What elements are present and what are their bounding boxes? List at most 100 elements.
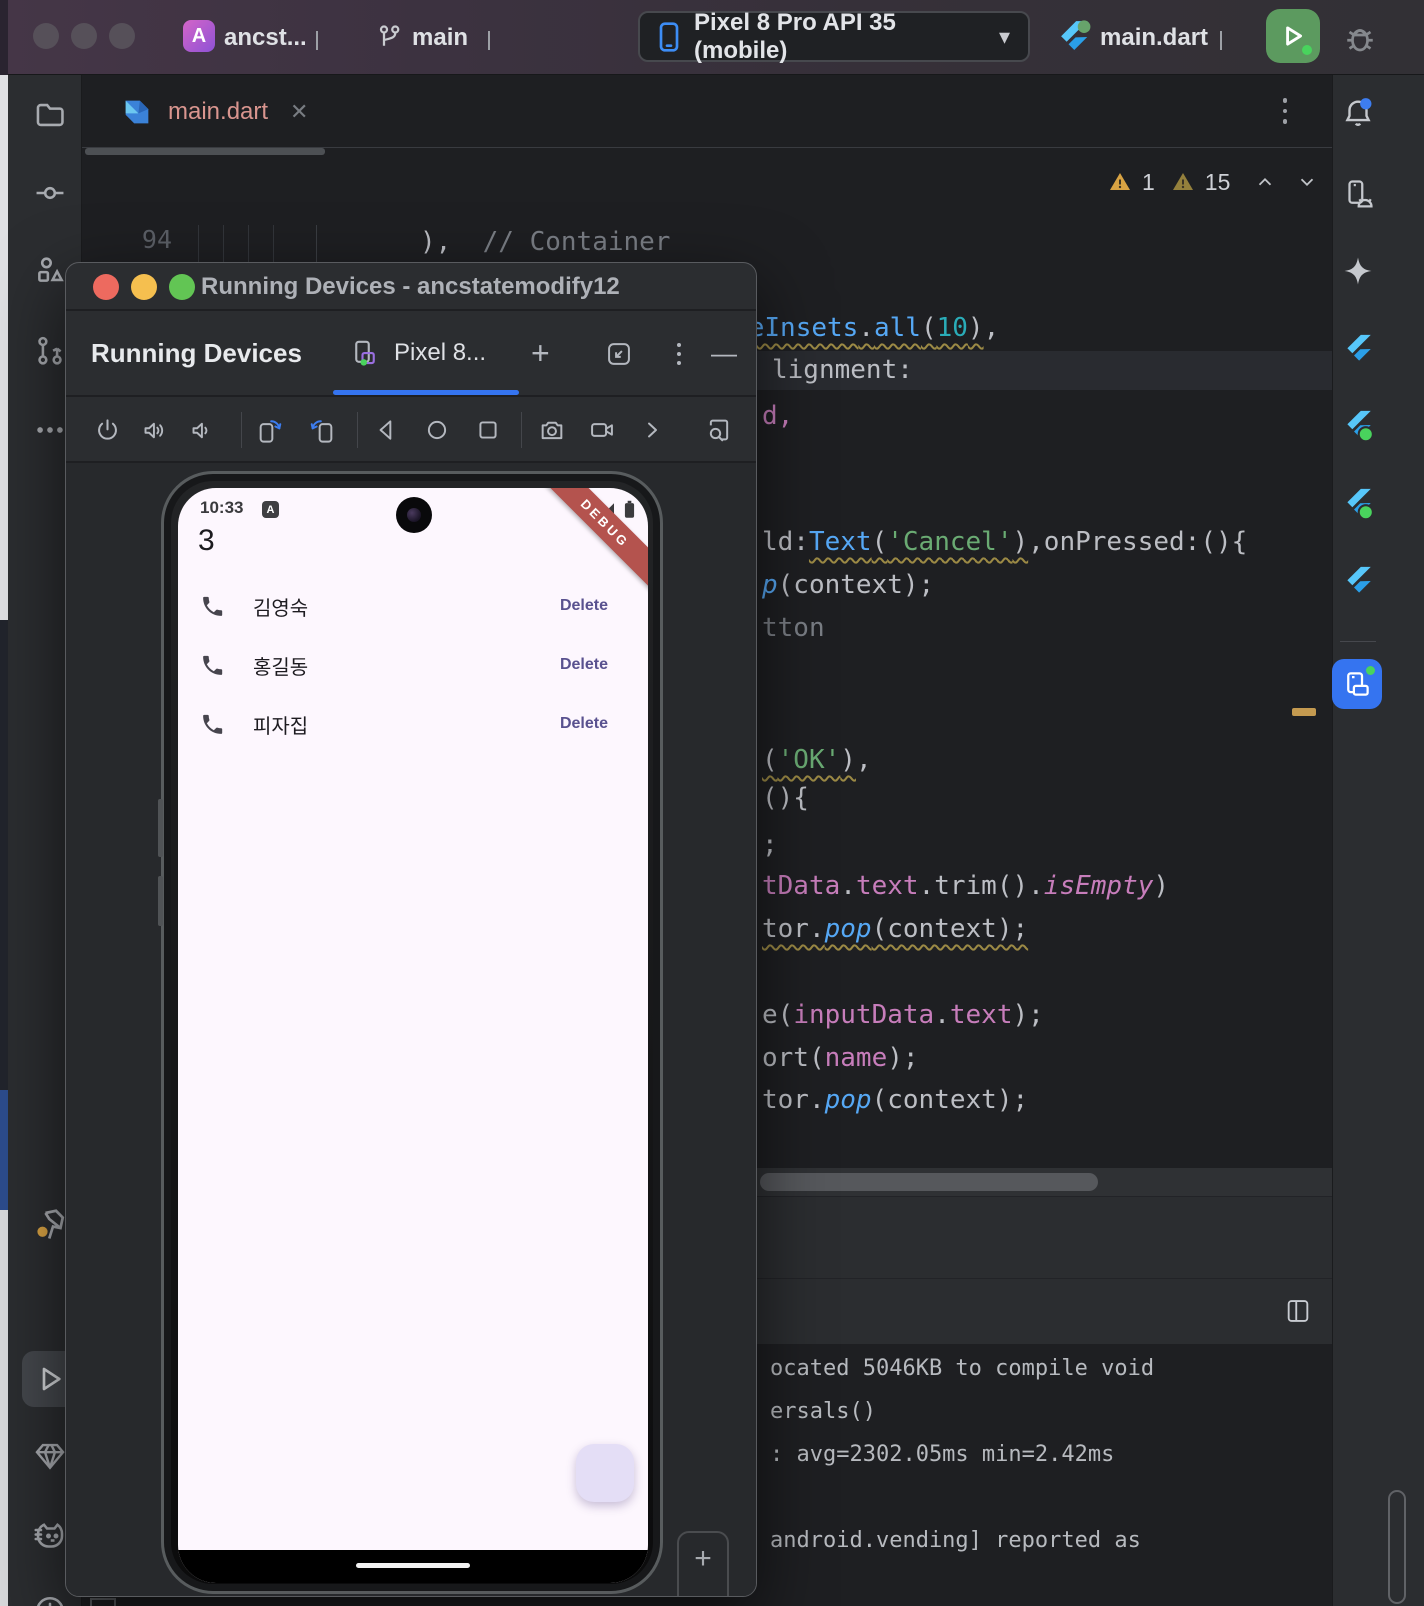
problems-tool-icon[interactable]	[30, 1591, 70, 1606]
device-tab-pixel8[interactable]: Pixel 8...	[350, 311, 486, 395]
project-selector[interactable]: ancst...	[224, 0, 307, 75]
window-title: Running Devices - ancstatemodify12	[201, 273, 620, 300]
device-selector[interactable]: Pixel 8 Pro API 35 (mobile) ▾	[638, 9, 1030, 64]
project-tool-icon[interactable]	[30, 95, 70, 135]
window-titlebar[interactable]: Running Devices - ancstatemodify12	[66, 263, 756, 311]
delete-button[interactable]: Delete	[560, 715, 608, 733]
debug-button[interactable]	[1342, 20, 1378, 56]
prev-issue-icon[interactable]	[1254, 171, 1276, 193]
console-line: : avg=2302.05ms min=2.42ms	[770, 1442, 1115, 1467]
structure-tool-icon[interactable]	[30, 250, 70, 290]
volume-up-icon[interactable]	[139, 415, 169, 445]
tab-options-kebab-icon[interactable]	[1267, 93, 1303, 129]
console-line: ocated 5046KB to compile void	[770, 1356, 1155, 1381]
screenshot-camera-icon[interactable]	[537, 415, 567, 445]
power-button-icon[interactable]	[92, 415, 122, 445]
dart-analysis-tool-icon[interactable]	[30, 1435, 70, 1475]
toolbar-separator	[357, 412, 358, 448]
flutter-running-icon[interactable]	[1341, 486, 1375, 520]
window-options-kebab-icon[interactable]	[664, 339, 694, 369]
chevron-down-icon	[1220, 31, 1222, 50]
panel-title: Running Devices	[91, 337, 302, 368]
dock-window-icon[interactable]	[605, 340, 633, 368]
vcs-graph-tool-icon[interactable]	[30, 330, 70, 370]
more-actions-chevron-icon[interactable]	[637, 415, 667, 445]
editor-hscrollbar-thumb[interactable]	[760, 1173, 1098, 1191]
rotate-right-icon[interactable]	[307, 415, 337, 445]
add-contact-fab[interactable]	[576, 1444, 634, 1502]
running-devices-window[interactable]: Running Devices - ancstatemodify12 Runni…	[65, 262, 757, 1597]
screen-record-icon[interactable]	[587, 415, 617, 445]
branch-selector[interactable]: main	[412, 0, 468, 75]
device-screen[interactable]: 10:33 A DEBUG 3 김영숙 Delete 홍길동 Delete 피자집 Del…	[178, 488, 648, 1583]
volume-down-icon[interactable]	[187, 415, 217, 445]
maximize-window-button[interactable]	[109, 23, 135, 49]
zoom-out-button[interactable]: —	[679, 1585, 727, 1597]
device-manager-icon[interactable]	[1341, 178, 1375, 212]
console-scrollbar-thumb[interactable]	[1388, 1490, 1406, 1604]
running-status-dot	[1300, 43, 1314, 57]
warning-count: 1	[1142, 168, 1155, 195]
close-tab-icon[interactable]: ✕	[290, 99, 308, 125]
contact-name: 홍길동	[253, 656, 309, 679]
android-overview-icon[interactable]	[473, 415, 503, 445]
rotate-left-icon[interactable]	[255, 415, 285, 445]
emulator-viewport: 10:33 A DEBUG 3 김영숙 Delete 홍길동 Delete 피자집 Del…	[66, 463, 756, 1597]
commit-tool-icon[interactable]	[30, 173, 70, 213]
pixel8-device-frame: 10:33 A DEBUG 3 김영숙 Delete 홍길동 Delete 피자집 Del…	[158, 471, 663, 1594]
flutter-outline-icon[interactable]	[1341, 332, 1375, 366]
close-window-button[interactable]	[93, 274, 119, 300]
delete-button[interactable]: Delete	[560, 597, 608, 615]
flutter-outline-icon[interactable]	[1341, 564, 1375, 598]
add-device-icon[interactable]: +	[531, 311, 550, 395]
status-time: 10:33	[200, 498, 244, 517]
run-button[interactable]	[1266, 9, 1320, 63]
hide-window-icon[interactable]: —	[711, 311, 737, 395]
tab-main-dart[interactable]: main.dart ✕	[102, 75, 326, 148]
more-tools-icon[interactable]	[30, 410, 70, 450]
delete-button[interactable]: Delete	[560, 656, 608, 674]
status-notification-badge: A	[262, 501, 279, 518]
gesture-pill[interactable]	[356, 1563, 470, 1568]
notifications-bell-icon[interactable]	[1341, 96, 1375, 130]
minimize-window-button[interactable]	[131, 274, 157, 300]
split-panel-icon[interactable]	[1284, 1297, 1312, 1325]
background-window-sliver	[0, 620, 8, 1090]
line-number: 94	[141, 225, 172, 254]
tab-scroll-indicator[interactable]	[85, 148, 325, 155]
console-line: android.vending] reported as	[770, 1528, 1141, 1553]
running-devices-tool-button[interactable]	[1332, 659, 1382, 709]
minimize-window-button[interactable]	[71, 23, 97, 49]
camera-punch-hole	[396, 497, 432, 533]
battery-icon	[624, 500, 635, 519]
chevron-down-icon	[316, 31, 318, 50]
android-home-icon[interactable]	[422, 415, 452, 445]
run-config-selector[interactable]: main.dart	[1100, 0, 1208, 75]
build-tool-icon[interactable]	[30, 1205, 70, 1245]
sidebar-divider	[1340, 641, 1376, 642]
zoom-window-button[interactable]	[169, 274, 195, 300]
contact-row[interactable]: 홍길동 Delete	[178, 643, 648, 687]
statusbar-icon-fragment	[90, 1598, 116, 1606]
contact-row[interactable]: 피자집 Delete	[178, 702, 648, 746]
toolbar-separator	[241, 412, 242, 448]
screen-inspect-icon[interactable]	[704, 415, 734, 445]
background-window-sliver	[0, 1210, 8, 1606]
contact-row[interactable]: 김영숙 Delete	[178, 584, 648, 628]
window-tabbar: Running Devices Pixel 8... + —	[66, 311, 756, 397]
close-window-button[interactable]	[33, 23, 59, 49]
emulator-toolbar	[66, 397, 756, 463]
next-issue-icon[interactable]	[1296, 171, 1318, 193]
weak-warning-icon	[1172, 173, 1193, 190]
inspections-widget[interactable]: 1 15	[1108, 166, 1318, 198]
android-back-icon[interactable]	[371, 415, 401, 445]
scrollbar-warning-mark	[1292, 708, 1316, 716]
zoom-in-button[interactable]: +	[679, 1541, 727, 1577]
logcat-tool-icon[interactable]	[30, 1513, 70, 1553]
run-tool-play-icon[interactable]	[30, 1359, 70, 1399]
flutter-running-icon[interactable]	[1341, 408, 1375, 442]
active-tab-underline	[333, 390, 519, 395]
power-key	[158, 876, 163, 926]
gemini-sparkle-icon[interactable]	[1341, 254, 1375, 288]
navigation-bar	[178, 1550, 648, 1583]
